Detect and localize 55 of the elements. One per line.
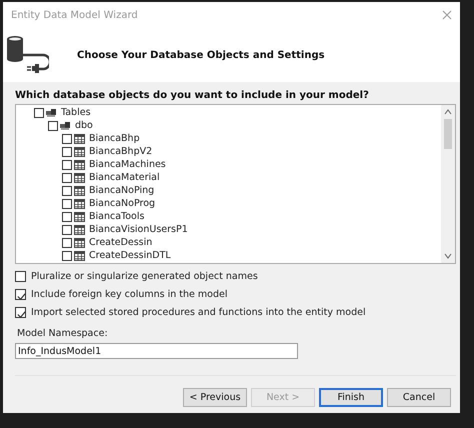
checkbox[interactable]: [15, 307, 26, 318]
table-icon: [74, 134, 85, 144]
table-icon: [74, 172, 85, 182]
table-icon: [74, 250, 85, 260]
tree-item[interactable]: BiancaBhp: [89, 133, 140, 144]
checkbox[interactable]: [15, 289, 26, 300]
scroll-thumb[interactable]: [444, 119, 452, 149]
database-icon: [60, 120, 71, 130]
tree-item[interactable]: dbo: [75, 120, 93, 131]
checkbox[interactable]: [62, 212, 72, 222]
table-icon: [74, 186, 85, 196]
namespace-label: Model Namespace:: [17, 328, 109, 339]
tree-item[interactable]: BiancaVisionUsersP1: [89, 224, 188, 235]
option-label: Pluralize or singularize generated object names: [31, 271, 258, 282]
checkbox[interactable]: [62, 172, 72, 182]
tree-item[interactable]: CreateDessin: [89, 237, 152, 248]
checkbox[interactable]: [62, 198, 72, 208]
tree-item[interactable]: Tables: [61, 107, 91, 118]
scrollbar[interactable]: [441, 105, 455, 263]
tree-item[interactable]: BiancaMachines: [89, 159, 166, 170]
checkbox[interactable]: [62, 160, 72, 170]
table-icon: [74, 160, 85, 170]
tree-item[interactable]: BiancaBhpV2: [89, 146, 152, 157]
tree-prompt: Which database objects do you want to include in your model?: [15, 90, 370, 101]
page-heading: Choose Your Database Objects and Settings: [77, 50, 325, 60]
table-icon: [74, 212, 85, 222]
checkbox[interactable]: [62, 134, 72, 144]
checkbox[interactable]: [62, 238, 72, 248]
close-icon[interactable]: [442, 10, 452, 20]
option-label: Import selected stored procedures and functions into the entity model: [31, 307, 366, 318]
checkbox[interactable]: [15, 271, 26, 282]
namespace-field[interactable]: Info_IndusModel1: [15, 343, 298, 359]
checkbox[interactable]: [62, 146, 72, 156]
checkbox[interactable]: [62, 224, 72, 234]
tree-item[interactable]: BiancaMaterial: [89, 172, 160, 183]
tree-item[interactable]: CreateDessinDTL: [89, 250, 171, 261]
checkbox[interactable]: [48, 120, 58, 130]
checkbox[interactable]: [34, 108, 44, 118]
checkbox[interactable]: [62, 250, 72, 260]
option-label: Include foreign key columns in the model: [31, 289, 228, 300]
table-icon: [74, 146, 85, 156]
wizard-button[interactable]: Finish: [319, 388, 383, 407]
checkbox[interactable]: [62, 186, 72, 196]
scroll-up-icon[interactable]: [444, 108, 452, 116]
table-icon: [74, 238, 85, 248]
window-title: Entity Data Model Wizard: [11, 10, 138, 20]
database-icon: [46, 108, 57, 118]
scroll-down-icon[interactable]: [444, 252, 452, 260]
tree-item[interactable]: BiancaTools: [89, 211, 144, 222]
table-icon: [74, 198, 85, 208]
wizard-button[interactable]: Cancel: [387, 388, 451, 407]
tree-item[interactable]: BiancaNoPing: [89, 185, 154, 196]
tree-item[interactable]: BiancaNoProg: [89, 198, 156, 209]
table-icon: [74, 224, 85, 234]
wizard-button[interactable]: < Previous: [183, 388, 247, 407]
